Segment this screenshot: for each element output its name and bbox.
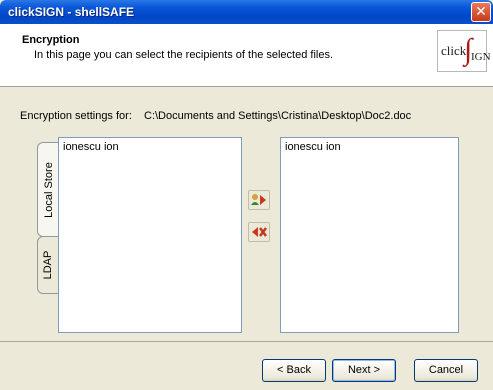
add-recipient-button[interactable] [248,190,270,210]
close-icon: ✕ [475,3,487,19]
title-bar[interactable]: clickSIGN - shellSAFE ✕ [0,0,493,24]
cancel-button[interactable]: Cancel [414,359,478,382]
dialog-window: clickSIGN - shellSAFE ✕ Encryption In th… [0,0,493,390]
list-item[interactable]: ionescu ion [63,141,119,153]
selected-recipients-list[interactable]: ionescu ion [280,137,459,333]
tab-local-store[interactable]: Local Store [37,142,59,237]
file-path: C:\Documents and Settings\Cristina\Deskt… [144,110,412,122]
page-title: Encryption [22,34,80,46]
wizard-header: Encryption In this page you can select t… [0,24,493,87]
remove-recipient-button[interactable] [248,222,270,242]
footer-separator [0,341,493,342]
window-title: clickSIGN - shellSAFE [8,5,135,19]
available-recipients-list[interactable]: ionescu ion [58,137,242,333]
encryption-settings-label: Encryption settings for: [20,110,132,122]
next-button[interactable]: Next > [332,359,396,382]
close-button[interactable]: ✕ [471,2,491,22]
page-subtitle: In this page you can select the recipien… [34,49,334,61]
clicksign-logo: click ∫ IGN [437,30,491,72]
tab-ldap[interactable]: LDAP [37,236,59,294]
back-button[interactable]: < Back [262,359,326,382]
list-item[interactable]: ionescu ion [285,141,341,153]
add-recipient-icon [251,194,266,205]
remove-recipient-icon [252,227,267,237]
